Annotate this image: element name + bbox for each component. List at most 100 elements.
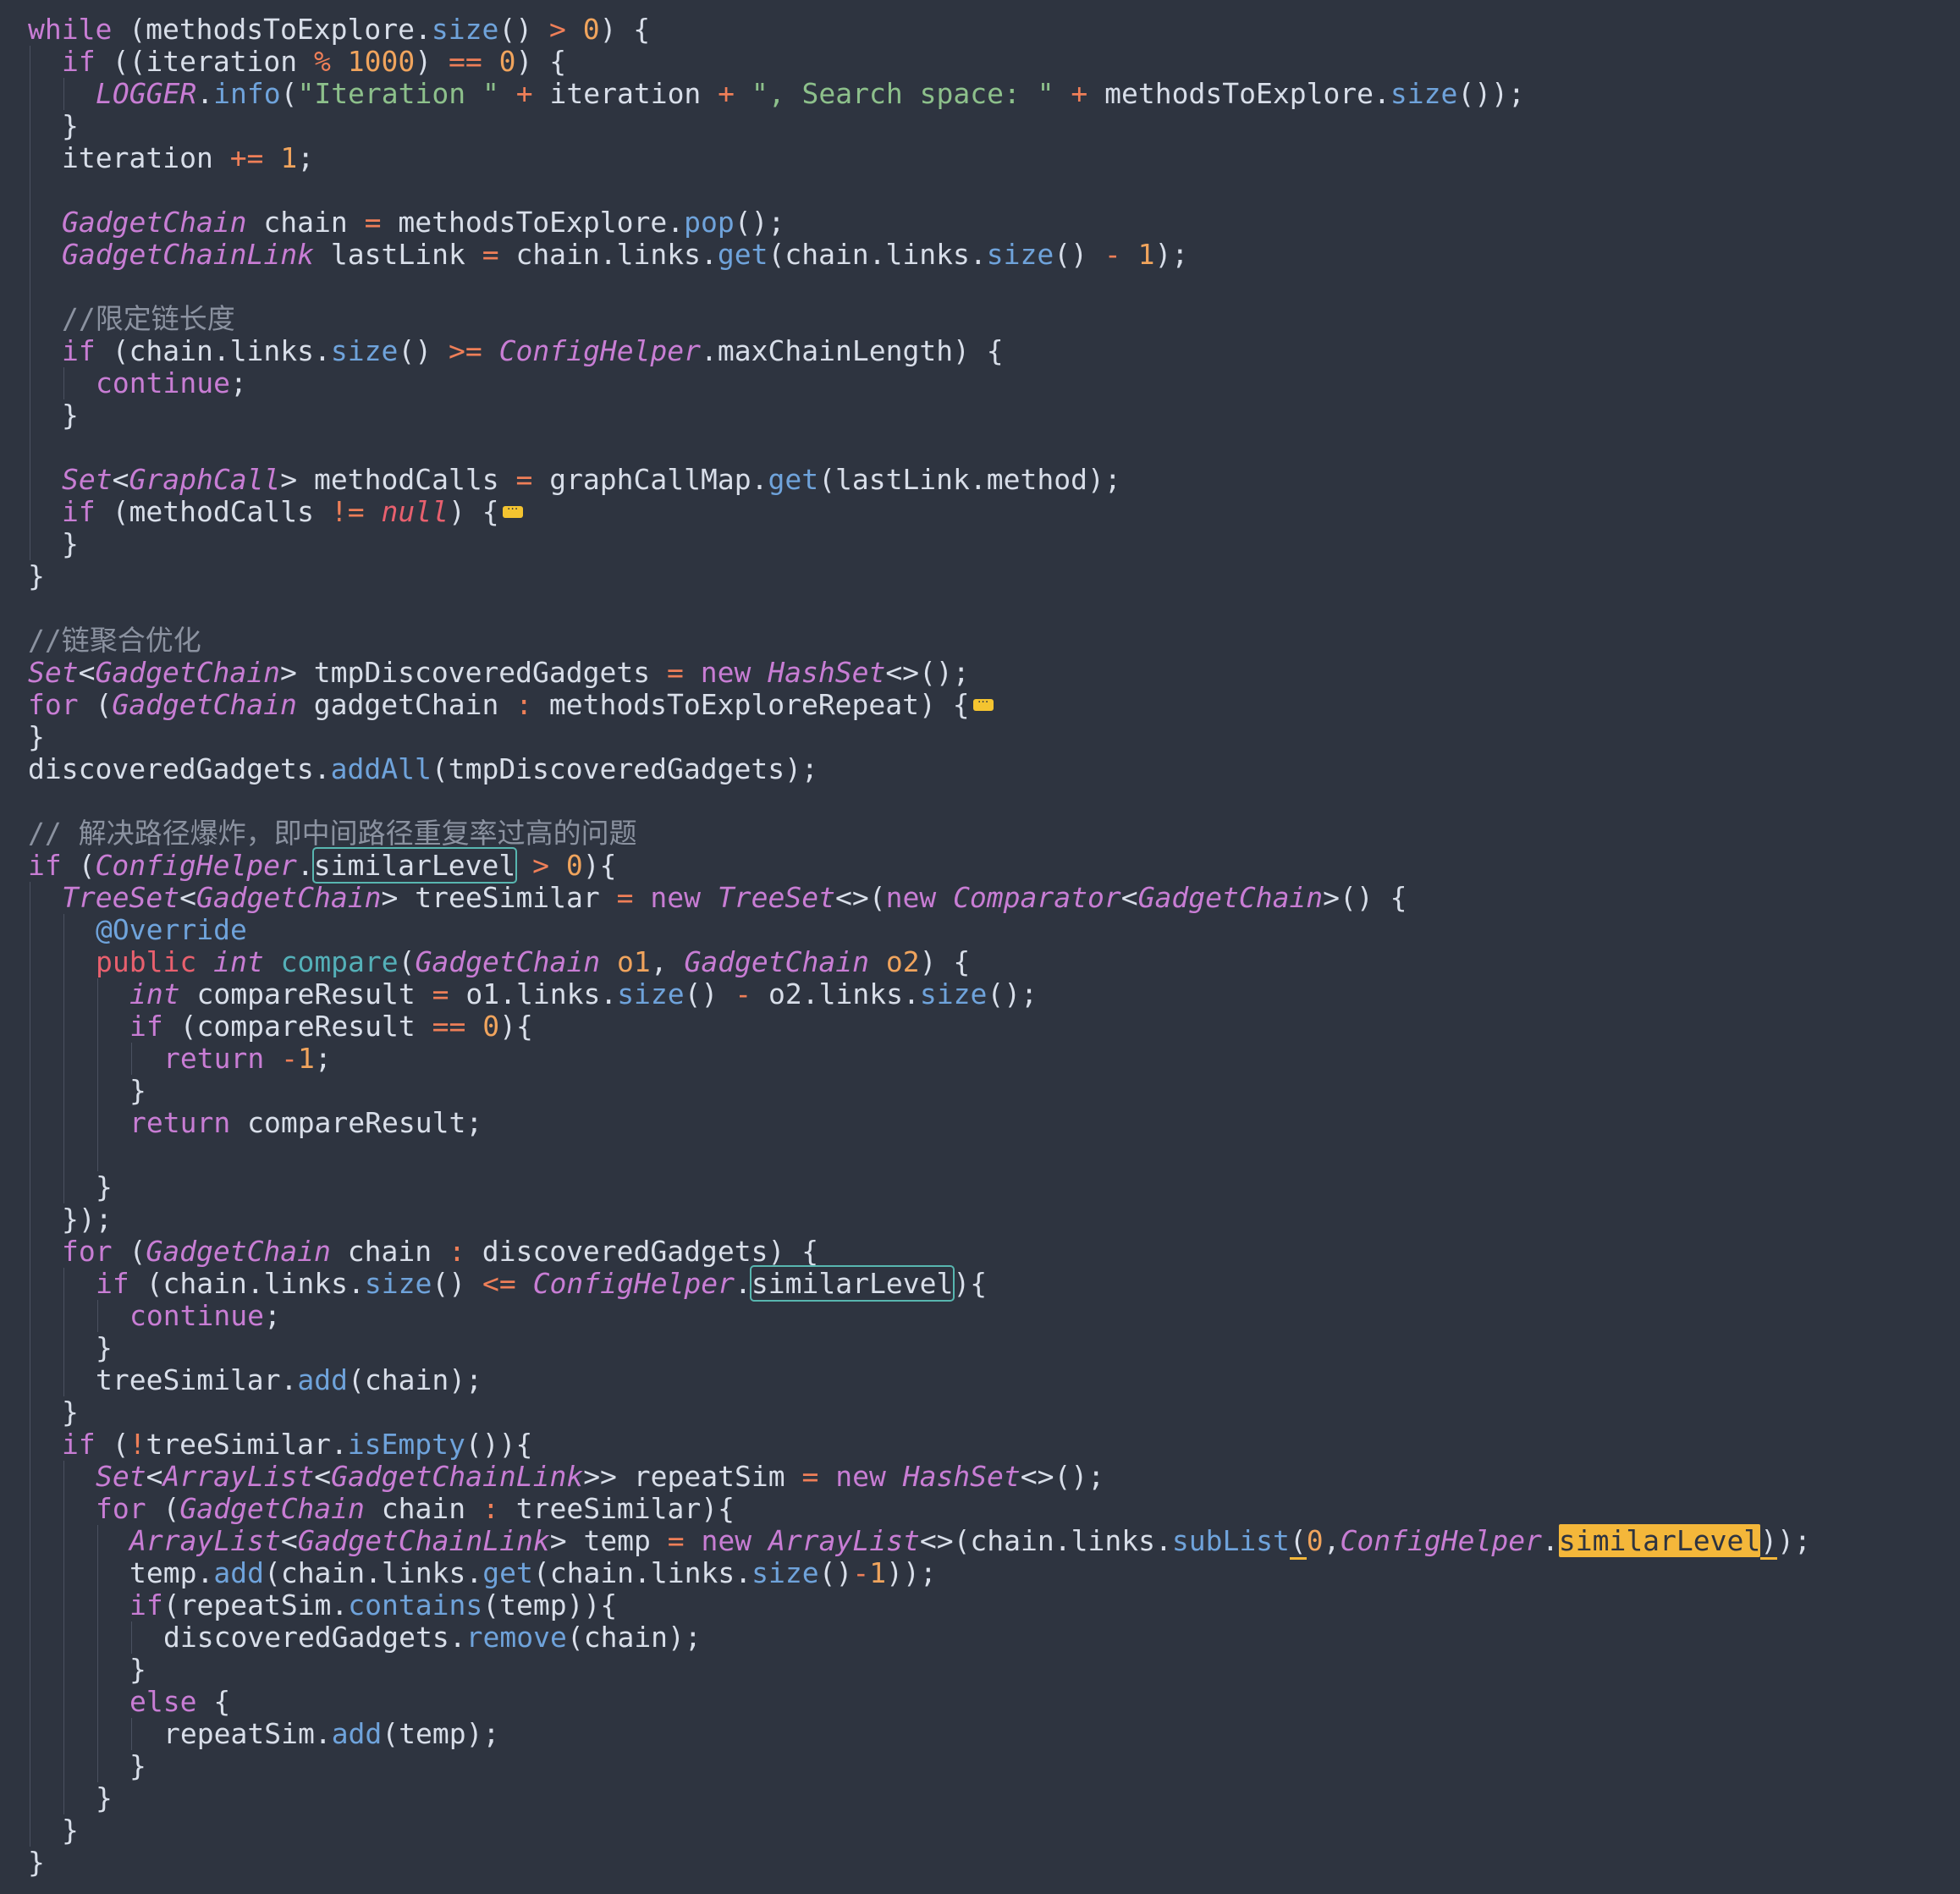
code-token: new [650, 881, 702, 914]
code-line[interactable]: } [0, 1847, 1960, 1879]
code-line[interactable]: if (chain.links.size() >= ConfigHelper.m… [0, 335, 1960, 367]
code-line[interactable]: public int compare(GadgetChain o1, Gadge… [0, 946, 1960, 978]
code-token: ( [1289, 1524, 1307, 1560]
code-line[interactable]: while (methodsToExplore.size() > 0) { [0, 14, 1960, 46]
code-line[interactable]: } [0, 1814, 1960, 1847]
indent-guide [63, 1075, 64, 1107]
code-token: discoveredGadgets. [163, 1621, 466, 1654]
code-line[interactable]: temp.add(chain.links.get(chain.links.siz… [0, 1557, 1960, 1589]
code-line[interactable]: } [0, 1396, 1960, 1429]
code-line[interactable]: Set<GraphCall> methodCalls = graphCallMa… [0, 464, 1960, 496]
code-line[interactable]: if(repeatSim.contains(temp)){ [0, 1589, 1960, 1621]
code-token: size [617, 977, 685, 1010]
code-line[interactable]: int compareResult = o1.links.size() - o2… [0, 978, 1960, 1010]
code-token: += [229, 141, 264, 174]
code-token: ( [146, 1492, 180, 1525]
code-line[interactable]: } [0, 1075, 1960, 1107]
code-line[interactable]: }); [0, 1203, 1960, 1236]
code-line[interactable]: } [0, 399, 1960, 432]
code-token: , [1323, 1524, 1341, 1557]
code-line[interactable]: @Override [0, 914, 1960, 946]
code-token: (); [734, 206, 785, 239]
ellipsis-icon[interactable]: ··· [972, 696, 994, 711]
code-token: . [296, 849, 314, 882]
code-line[interactable]: GadgetChainLink lastLink = chain.links.g… [0, 239, 1960, 271]
code-token: ( [78, 688, 113, 721]
code-line[interactable]: } [0, 1750, 1960, 1782]
code-line[interactable]: } [0, 1171, 1960, 1203]
code-line[interactable]: if (!treeSimilar.isEmpty()){ [0, 1429, 1960, 1461]
code-line[interactable]: else { [0, 1686, 1960, 1718]
code-line[interactable]: for (GadgetChain chain : discoveredGadge… [0, 1236, 1960, 1268]
code-line[interactable]: treeSimilar.add(chain); [0, 1364, 1960, 1396]
code-line[interactable]: iteration += 1; [0, 142, 1960, 174]
code-token: >= [449, 334, 482, 367]
code-line[interactable]: LOGGER.info("Iteration " + iteration + "… [0, 78, 1960, 110]
code-line[interactable] [0, 592, 1960, 625]
code-token: + [1071, 77, 1088, 110]
code-line[interactable]: ArrayList<GadgetChainLink> temp = new Ar… [0, 1524, 1960, 1560]
code-token: 0 [582, 13, 600, 46]
code-line[interactable] [0, 432, 1960, 464]
code-token: = [432, 977, 449, 1010]
code-line[interactable] [0, 174, 1960, 206]
code-line[interactable]: // 解决路径爆炸，即中间路径重复率过高的问题 [0, 818, 1960, 850]
code-line[interactable]: } [0, 528, 1960, 560]
indent-guide [63, 1171, 64, 1203]
code-line[interactable]: continue; [0, 1300, 1960, 1332]
code-line[interactable]: } [0, 721, 1960, 753]
code-token: (chain); [348, 1363, 482, 1396]
indent-guide [131, 1718, 132, 1750]
code-line[interactable]: if (ConfigHelper.similarLevel > 0){ [0, 847, 1960, 884]
indent-guide [63, 914, 64, 946]
code-token: (tmpDiscoveredGadgets); [431, 752, 818, 785]
code-token: ConfigHelper [1340, 1524, 1542, 1557]
code-line[interactable]: Set<GadgetChain> tmpDiscoveredGadgets = … [0, 657, 1960, 689]
code-line[interactable]: GadgetChain chain = methodsToExplore.pop… [0, 206, 1960, 239]
code-line[interactable] [0, 1139, 1960, 1171]
code-line[interactable]: for (GadgetChain gadgetChain : methodsTo… [0, 689, 1960, 721]
code-line[interactable]: Set<ArrayList<GadgetChainLink>> repeatSi… [0, 1461, 1960, 1493]
code-line[interactable]: } [0, 1332, 1960, 1364]
code-editor[interactable]: while (methodsToExplore.size() > 0) {if … [0, 0, 1960, 1894]
code-token: Set [62, 463, 113, 496]
ellipsis-icon[interactable]: ··· [502, 504, 523, 518]
code-line[interactable] [0, 271, 1960, 303]
code-line[interactable]: } [0, 1782, 1960, 1814]
code-token: GadgetChain [95, 656, 281, 689]
code-line[interactable]: if (compareResult == 0){ [0, 1010, 1960, 1043]
code-line[interactable]: } [0, 560, 1960, 592]
indent-guide [97, 1718, 98, 1750]
code-token: = [667, 656, 684, 689]
code-line[interactable]: discoveredGadgets.remove(chain); [0, 1621, 1960, 1654]
code-token: > tmpDiscoveredGadgets [280, 656, 667, 689]
code-token: ( [280, 77, 298, 110]
code-line[interactable]: } [0, 1654, 1960, 1686]
code-line[interactable]: } [0, 110, 1960, 142]
code-line[interactable]: if (methodCalls != null) {··· [0, 496, 1960, 528]
code-line[interactable]: TreeSet<GadgetChain> treeSimilar = new T… [0, 882, 1960, 914]
code-line[interactable]: if (chain.links.size() <= ConfigHelper.s… [0, 1265, 1960, 1302]
code-line[interactable]: discoveredGadgets.addAll(tmpDiscoveredGa… [0, 753, 1960, 785]
code-area[interactable]: while (methodsToExplore.size() > 0) {if … [0, 14, 1960, 1879]
code-token: if [129, 1010, 163, 1043]
code-line[interactable]: //链聚合优化 [0, 625, 1960, 657]
code-line[interactable]: return compareResult; [0, 1107, 1960, 1139]
code-line[interactable]: if ((iteration % 1000) == 0) { [0, 46, 1960, 78]
code-line[interactable]: //限定链长度 [0, 303, 1960, 335]
code-line[interactable] [0, 785, 1960, 818]
code-line[interactable]: continue; [0, 367, 1960, 399]
code-token: chain.links. [498, 238, 718, 271]
code-line[interactable]: for (GadgetChain chain : treeSimilar){ [0, 1493, 1960, 1525]
code-token: } [96, 1781, 113, 1814]
code-line[interactable]: repeatSim.add(temp); [0, 1718, 1960, 1750]
code-token: HashSet [902, 1460, 1021, 1493]
indent-guide [63, 1654, 64, 1686]
code-token: ; [263, 1299, 281, 1332]
code-line[interactable]: return -1; [0, 1043, 1960, 1075]
